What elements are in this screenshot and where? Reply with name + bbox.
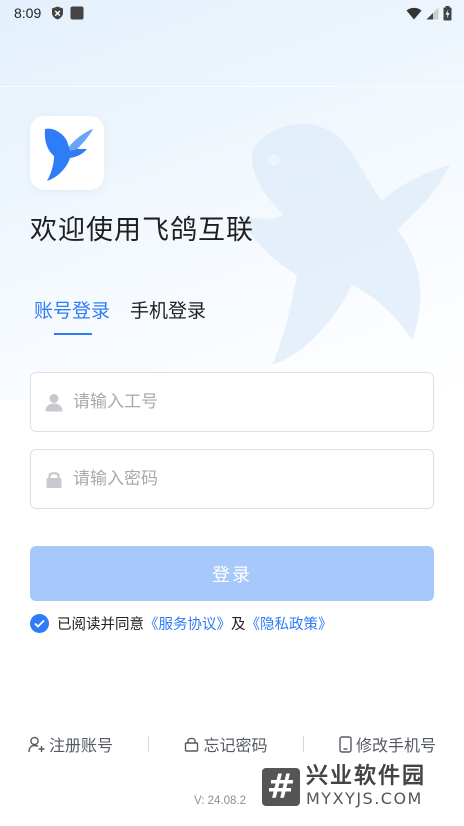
bottom-links: 注册账号 忘记密码 修改手机号 [28, 732, 436, 756]
watermark-en: MYXYJS.COM [306, 789, 423, 808]
watermark-cn: 兴业软件园 [306, 764, 427, 789]
register-label: 注册账号 [49, 736, 114, 755]
checkmark-icon [34, 619, 45, 628]
forgot-password-label: 忘记密码 [203, 736, 268, 755]
welcome-title: 欢迎使用飞鸽互联 [30, 215, 254, 245]
shield-icon [52, 6, 64, 20]
notification-square-icon [70, 6, 84, 20]
app-logo [30, 116, 104, 190]
login-tabs: 账号登录 手机登录 [34, 296, 206, 337]
feige-logo-icon [44, 128, 93, 181]
version-text: V: 24.08.2 [194, 795, 247, 807]
agreement-and: 及 [231, 617, 246, 633]
account-field[interactable] [30, 372, 434, 432]
cellular-signal-icon [426, 7, 439, 19]
lock-icon [46, 471, 62, 488]
watermark-logo-icon: # [262, 767, 300, 807]
wifi-icon [406, 7, 422, 19]
password-input[interactable] [73, 469, 403, 489]
user-icon [45, 393, 63, 411]
divider [148, 736, 150, 752]
forgot-password-link[interactable]: 忘记密码 [184, 732, 268, 756]
divider [302, 736, 304, 752]
site-watermark: # 兴业软件园 MYXYJS.COM [262, 766, 426, 807]
login-button[interactable]: 登录 [30, 546, 434, 601]
status-time: 8:09 [14, 5, 42, 21]
header-divider [0, 86, 464, 87]
tab-phone-login[interactable]: 手机登录 [130, 296, 206, 337]
agreement-prefix: 已阅读并同意 [57, 617, 144, 633]
battery-charging-icon [443, 5, 452, 20]
account-input[interactable] [73, 392, 403, 412]
password-field[interactable] [30, 449, 434, 509]
agreement-checkbox[interactable] [30, 614, 49, 633]
change-phone-link[interactable]: 修改手机号 [339, 732, 436, 756]
lock-outline-icon [185, 737, 199, 752]
register-link[interactable]: 注册账号 [28, 732, 113, 756]
tab-account-login[interactable]: 账号登录 [34, 296, 110, 337]
bird-watermark-icon [240, 123, 450, 366]
add-user-icon [28, 736, 45, 752]
change-phone-label: 修改手机号 [355, 736, 436, 755]
status-bar: 8:09 [0, 0, 464, 26]
active-tab-indicator [54, 333, 92, 335]
phone-icon [339, 735, 352, 753]
privacy-policy-link[interactable]: 《隐私政策》 [246, 613, 333, 634]
service-agreement-link[interactable]: 《服务协议》 [144, 613, 231, 634]
agreement-row: 已阅读并同意 《服务协议》 及 《隐私政策》 [30, 613, 333, 634]
